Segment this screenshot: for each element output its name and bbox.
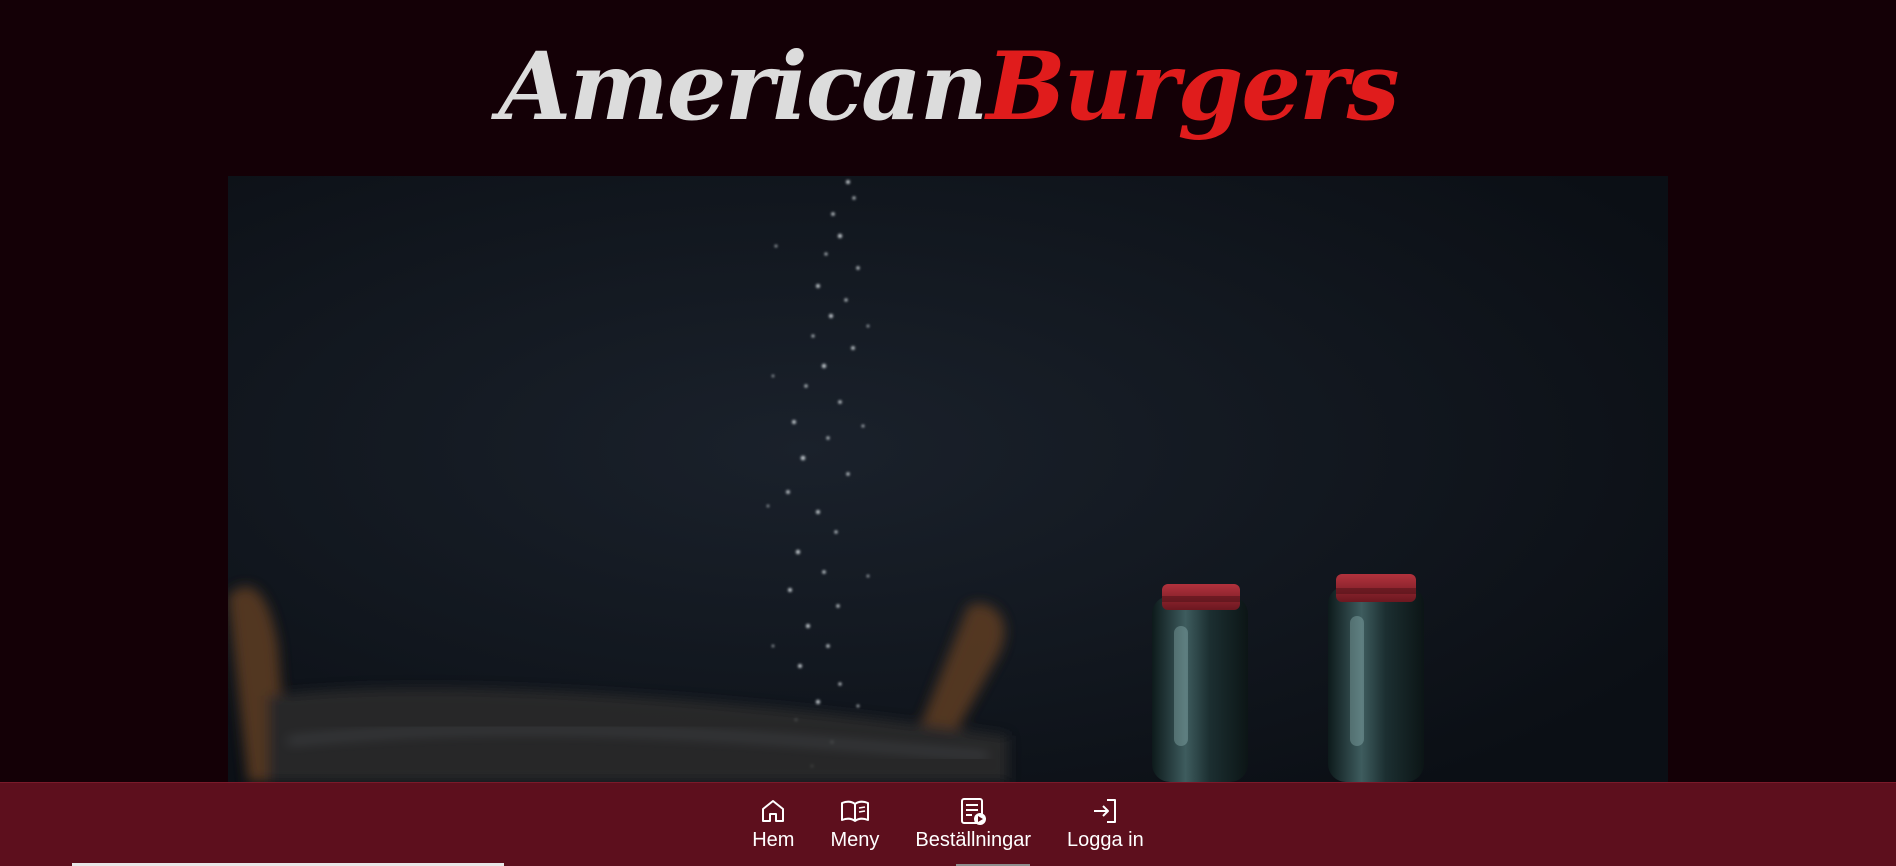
home-icon [762, 800, 785, 822]
book-open-icon [840, 800, 869, 822]
login-icon [1094, 799, 1117, 823]
nav-item-label: Logga in [1067, 829, 1144, 851]
bottle-1 [1152, 584, 1248, 782]
nav-item-bestallningar[interactable]: Beställningar [915, 783, 1031, 866]
brand-logo[interactable]: AmericanBurgers [0, 22, 1896, 152]
brand-logo-part1: American [498, 32, 988, 142]
bottle-2 [1328, 574, 1424, 782]
hero-image [228, 176, 1668, 782]
nav-item-label: Beställningar [915, 829, 1031, 851]
nav-item-meny[interactable]: Meny [830, 783, 879, 866]
nav-item-label: Meny [830, 829, 880, 851]
hero-photo [228, 176, 1668, 782]
brand-logo-part2: Burgers [986, 32, 1399, 142]
orders-icon [961, 798, 987, 825]
nav-item-logga-in[interactable]: Logga in [1067, 783, 1144, 866]
page: AmericanBurgers Hem Meny Beställningar L… [0, 0, 1896, 866]
nav-item-label: Hem [752, 829, 795, 851]
bottom-navigation: Hem Meny Beställningar Logga in [0, 782, 1896, 866]
nav-item-hem[interactable]: Hem [752, 783, 794, 866]
